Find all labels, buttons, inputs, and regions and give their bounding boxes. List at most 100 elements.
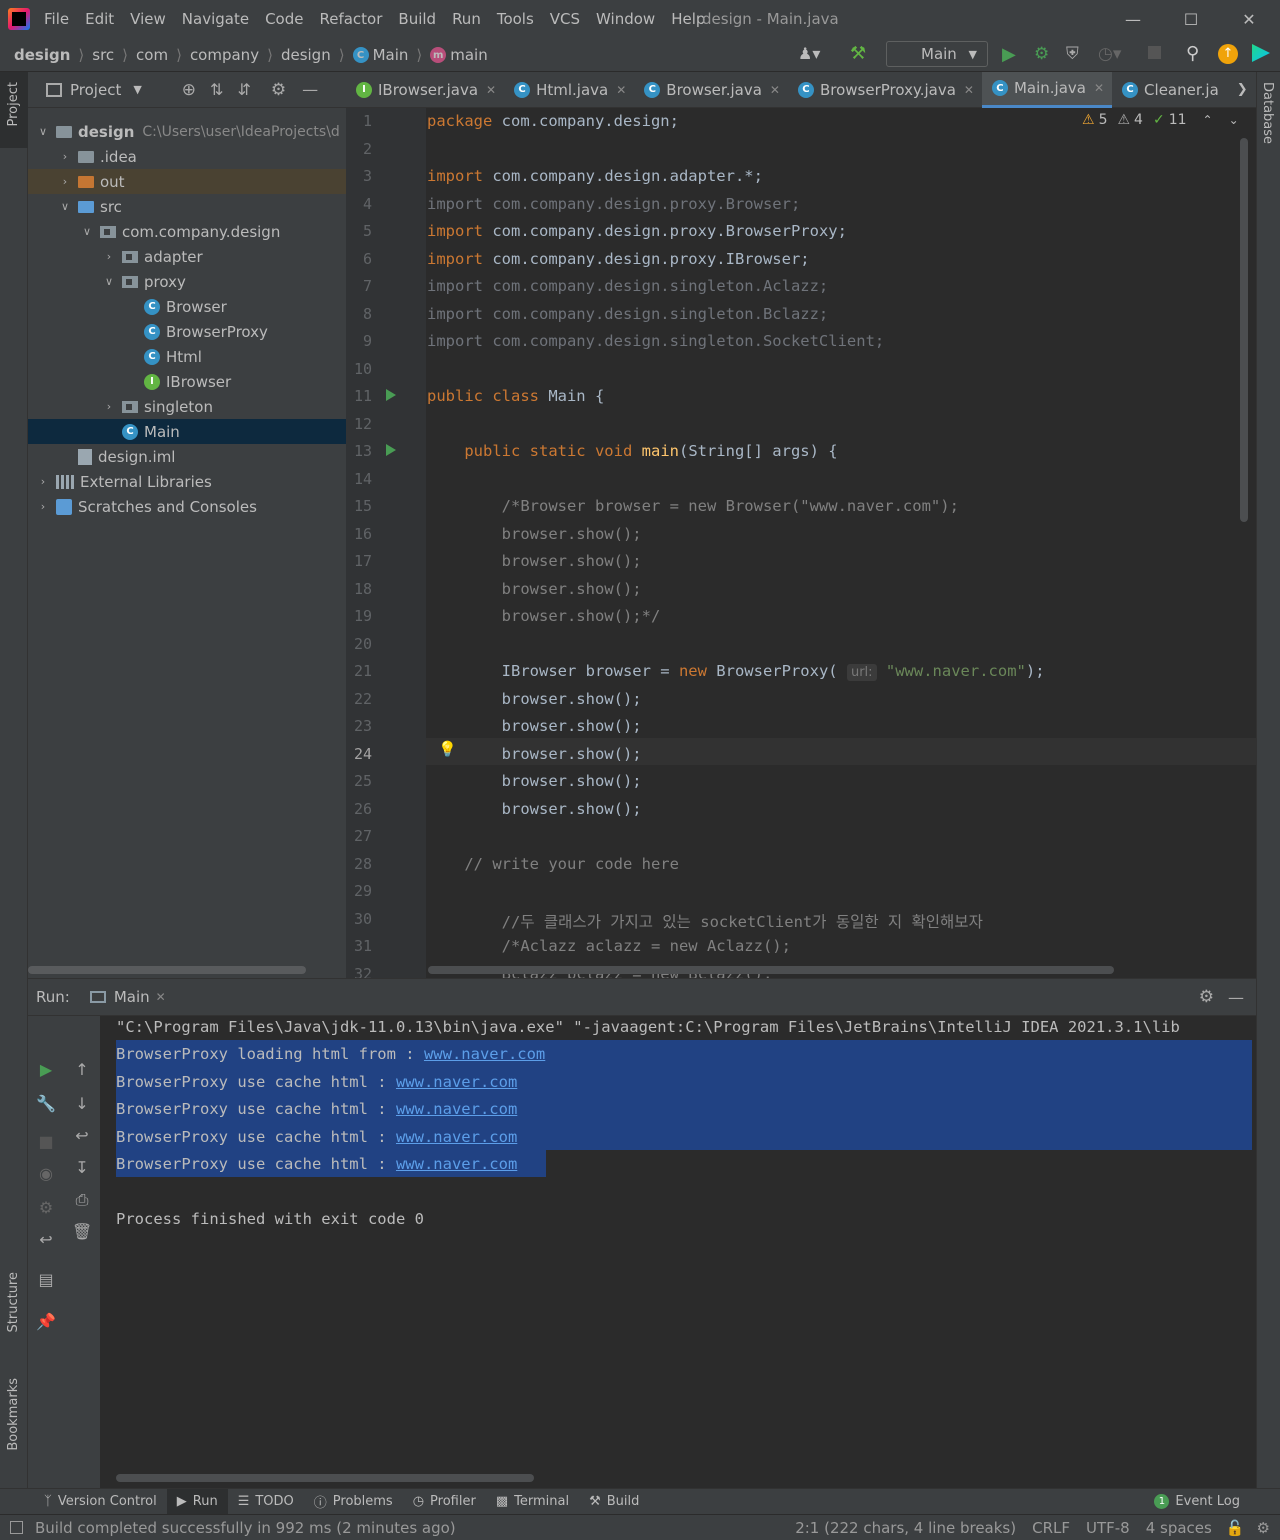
trash-icon[interactable]: 🗑 — [72, 1222, 92, 1242]
menu-vcs[interactable]: VCS — [542, 0, 588, 38]
horizontal-scrollbar[interactable] — [28, 966, 306, 974]
crumb-src[interactable]: src — [92, 46, 114, 64]
tree-item[interactable]: ∨ com.company.design — [28, 219, 346, 244]
crumb-company[interactable]: company — [190, 46, 259, 64]
todo-tab[interactable]: ☰ TODO — [228, 1489, 304, 1515]
chevron-down-icon[interactable]: ▼ — [133, 83, 141, 96]
pin-icon[interactable]: 📌 — [36, 1312, 56, 1332]
project-view-label[interactable]: Project — [70, 81, 121, 99]
update-icon[interactable]: ↑ — [1218, 44, 1238, 64]
crumb-main-method[interactable]: main — [450, 46, 487, 64]
debug-icon[interactable]: ⚙ — [1034, 44, 1049, 64]
crumb-design-pkg[interactable]: design — [281, 46, 331, 64]
tab-list-chevron-icon[interactable]: ❯ — [1237, 82, 1248, 97]
tree-item[interactable]: ∨ proxy — [28, 269, 346, 294]
gear-icon[interactable]: ⚙ — [1199, 987, 1214, 1007]
camera-icon[interactable]: ◉ — [36, 1164, 56, 1184]
chevron-right-icon[interactable]: › — [58, 175, 72, 188]
maximize-button[interactable]: ☐ — [1162, 0, 1220, 38]
indent-setting[interactable]: 4 spaces — [1146, 1519, 1212, 1537]
menu-run[interactable]: Run — [444, 0, 489, 38]
user-icon[interactable]: ♟▾ — [798, 44, 820, 63]
print-icon[interactable]: ⎙ — [72, 1190, 92, 1210]
stop-icon[interactable]: ■ — [36, 1132, 56, 1152]
close-icon[interactable]: ✕ — [964, 83, 974, 97]
menu-tools[interactable]: Tools — [489, 0, 542, 38]
tree-item[interactable]: design.iml — [28, 444, 346, 469]
inspector-icon[interactable]: ⚙ — [1257, 1519, 1270, 1537]
chevron-right-icon[interactable]: › — [36, 500, 50, 513]
panel-toggle-icon[interactable] — [10, 1521, 23, 1534]
tab-cleaner[interactable]: C Cleaner.ja — [1112, 72, 1227, 108]
crumb-design[interactable]: design — [14, 46, 70, 64]
tree-item[interactable]: › adapter — [28, 244, 346, 269]
file-encoding[interactable]: UTF-8 — [1086, 1519, 1130, 1537]
run-tab-main[interactable]: Main — [114, 988, 150, 1006]
soft-wrap-icon[interactable]: ↩ — [72, 1126, 92, 1146]
chevron-right-icon[interactable]: › — [58, 150, 72, 163]
run-class-gutter-icon[interactable] — [386, 389, 396, 401]
tree-item[interactable]: › .idea — [28, 144, 346, 169]
status-message[interactable]: Build completed successfully in 992 ms (… — [35, 1519, 456, 1537]
chevron-right-icon[interactable]: › — [102, 250, 116, 263]
close-icon[interactable]: ✕ — [770, 83, 780, 97]
profiler-tab[interactable]: ◷ Profiler — [403, 1489, 486, 1515]
inspection-widget[interactable]: ⚠ 5 ⚠ 4 ✓ 11 ⌃ ⌄ — [1082, 112, 1239, 128]
lock-icon[interactable]: 🔓 — [1226, 1519, 1245, 1537]
run-icon[interactable]: ▶ — [1002, 44, 1016, 65]
menu-view[interactable]: View — [122, 0, 174, 38]
caret-position[interactable]: 2:1 (222 chars, 4 line breaks) — [795, 1519, 1016, 1537]
menu-refactor[interactable]: Refactor — [311, 0, 390, 38]
stop-icon[interactable] — [1148, 46, 1161, 59]
scroll-to-end-icon[interactable]: ↧ — [72, 1158, 92, 1178]
rerun-icon[interactable]: ▶ — [36, 1060, 56, 1080]
editor-horizontal-scrollbar[interactable] — [428, 966, 1114, 974]
terminal-tab[interactable]: ▩ Terminal — [486, 1489, 579, 1515]
console-link[interactable]: www.naver.com — [396, 1128, 517, 1146]
run-main-gutter-icon[interactable] — [386, 444, 396, 456]
console-link[interactable]: www.naver.com — [396, 1100, 517, 1118]
chevron-down-icon[interactable]: ∨ — [102, 275, 116, 288]
console-link[interactable]: www.naver.com — [396, 1073, 517, 1091]
previous-highlight-icon[interactable]: ⌃ — [1203, 113, 1213, 127]
tree-item[interactable]: › out — [28, 169, 346, 194]
coverage-icon[interactable]: ⛨ — [1066, 44, 1079, 64]
up-arrow-icon[interactable]: ↑ — [72, 1060, 92, 1080]
hide-icon[interactable]: — — [302, 80, 318, 99]
tree-item[interactable]: ∨ src — [28, 194, 346, 219]
problems-tab[interactable]: ⓘ Problems — [304, 1489, 403, 1515]
tree-item[interactable]: › Scratches and Consoles — [28, 494, 346, 519]
menu-code[interactable]: Code — [257, 0, 311, 38]
close-window-button[interactable]: ✕ — [1220, 0, 1278, 38]
wrench-icon[interactable]: 🔧 — [36, 1094, 56, 1114]
tree-item[interactable]: I IBrowser — [28, 369, 346, 394]
hide-icon[interactable]: — — [1228, 988, 1244, 1007]
gear-icon[interactable]: ⚙ — [271, 80, 286, 100]
menu-navigate[interactable]: Navigate — [174, 0, 257, 38]
locate-icon[interactable]: ⊕ — [182, 80, 196, 100]
minimize-button[interactable]: — — [1104, 0, 1162, 38]
tree-item[interactable]: C Browser — [28, 294, 346, 319]
settings-icon[interactable]: ⚙ — [36, 1198, 56, 1218]
code-editor[interactable]: 1 2 3 4 5 6 7 8 9 10 11 12 13 14 15 16 17 18 19 20 21 22 23 24 2… — [346, 108, 1256, 978]
close-icon[interactable]: ✕ — [156, 990, 166, 1004]
console-horizontal-scrollbar[interactable] — [116, 1474, 534, 1482]
crumb-main-class[interactable]: Main — [373, 46, 409, 64]
collapse-all-icon[interactable]: ⇵ — [237, 80, 250, 99]
structure-tool-button[interactable]: Structure — [6, 1272, 21, 1332]
close-icon[interactable]: ✕ — [1094, 81, 1104, 95]
profile-icon[interactable]: ◷▾ — [1098, 44, 1121, 64]
bookmarks-tool-button[interactable]: Bookmarks — [6, 1378, 21, 1451]
down-arrow-icon[interactable]: ↓ — [72, 1094, 92, 1114]
run-config-select[interactable]: Main ▼ — [886, 41, 988, 67]
next-highlight-icon[interactable]: ⌄ — [1229, 113, 1239, 127]
tree-item[interactable]: ∨ design C:\Users\user\IdeaProjects\d — [28, 119, 346, 144]
chevron-down-icon[interactable]: ∨ — [80, 225, 94, 238]
menu-file[interactable]: File — [36, 0, 77, 38]
close-icon[interactable]: ✕ — [616, 83, 626, 97]
console-output[interactable]: "C:\Program Files\Java\jdk-11.0.13\bin\j… — [100, 1016, 1256, 1488]
console-link[interactable]: www.naver.com — [424, 1045, 545, 1063]
tab-ibrowser[interactable]: I IBrowser.java ✕ — [346, 72, 504, 108]
menu-edit[interactable]: Edit — [77, 0, 122, 38]
expand-all-icon[interactable]: ⇅ — [210, 80, 223, 99]
